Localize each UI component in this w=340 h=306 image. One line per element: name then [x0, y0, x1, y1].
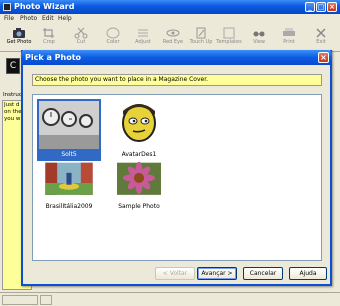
minimize-button[interactable]: _	[305, 2, 315, 12]
toolbar-get-photo[interactable]: Get Photo	[4, 26, 34, 50]
palette-icon	[106, 27, 120, 39]
toolbar-print[interactable]: Print	[274, 26, 304, 50]
dialog-close-button[interactable]: ×	[318, 52, 329, 63]
sliders-icon	[138, 29, 148, 37]
toolbar-view[interactable]: View	[244, 26, 274, 50]
toolbar-label: Get Photo	[6, 39, 32, 45]
main-title-bar[interactable]: Photo Wizard _ □ ×	[0, 0, 340, 14]
eye-icon	[166, 29, 180, 37]
printer-icon	[283, 28, 295, 36]
photo-name: Solt5	[61, 151, 77, 158]
dialog-title-bar[interactable]: Pick a Photo ×	[21, 50, 332, 65]
menu-edit[interactable]: Edit	[42, 15, 54, 22]
dialog-title: Pick a Photo	[25, 53, 82, 62]
menu-bar: File Photo Edit Help	[0, 14, 340, 24]
toolbar-label: Touch Up	[189, 39, 213, 45]
close-button[interactable]: ×	[327, 2, 337, 12]
glasses-icon	[253, 31, 265, 37]
photo-list[interactable]: Solt5 AvatarDes1 BrasilItália2009 Sample…	[32, 94, 322, 261]
crop-icon	[43, 28, 54, 38]
toolbar-label: Exit	[316, 39, 326, 45]
main-window-title: Photo Wizard	[14, 2, 75, 11]
status-pane	[2, 295, 38, 305]
app-icon	[3, 3, 11, 11]
photo-item-avatardes1[interactable]: AvatarDes1	[107, 99, 171, 161]
photo-name: AvatarDes1	[121, 151, 157, 158]
next-button[interactable]: Avançar >	[197, 267, 237, 280]
menu-help[interactable]: Help	[58, 15, 72, 22]
status-pane	[40, 295, 52, 305]
toolbar-label: Templates	[216, 39, 242, 45]
photo-thumbnail-street	[45, 162, 93, 195]
toolbar-crop[interactable]: Crop	[34, 26, 64, 50]
maximize-button[interactable]: □	[316, 2, 326, 12]
photo-item-sample-photo[interactable]: Sample Photo	[107, 161, 171, 213]
instructions-text: Just d on the you w	[4, 102, 22, 122]
cancel-button[interactable]: Cancelar	[243, 267, 283, 280]
toolbar-templates[interactable]: Templates	[214, 26, 244, 50]
toolbar-adjust[interactable]: Adjust	[128, 26, 158, 50]
toolbar-touch-up[interactable]: Touch Up	[186, 26, 216, 50]
help-button[interactable]: Ajuda	[289, 267, 327, 280]
dialog-prompt: Choose the photo you want to place in a …	[32, 74, 322, 86]
pencil-icon	[196, 27, 206, 39]
photo-name: BrasilItália2009	[45, 203, 93, 210]
toolbar-cut[interactable]: Cut	[66, 26, 96, 50]
pick-a-photo-dialog: Pick a Photo × Choose the photo you want…	[21, 50, 332, 286]
toolbar-red-eye[interactable]: Red Eye	[158, 26, 188, 50]
photo-name: Sample Photo	[118, 203, 160, 210]
toolbar-label: Crop	[43, 39, 55, 45]
photo-thumbnail-avatar	[122, 104, 156, 142]
back-button[interactable]: < Voltar	[155, 267, 195, 280]
camera-icon	[13, 28, 25, 38]
scissors-icon	[74, 27, 88, 39]
toolbar-label: Adjust	[135, 39, 151, 45]
toolbar-exit[interactable]: Exit	[306, 26, 336, 50]
toolbar-label: View	[253, 39, 265, 45]
toolbar: Get Photo Crop Cut Color Adjust Red Eye …	[0, 24, 340, 52]
dialog-button-row: < Voltar Avançar > Cancelar Ajuda	[23, 265, 334, 285]
toolbar-label: Cut	[76, 39, 86, 45]
template-icon	[223, 27, 235, 39]
preview-thumbnail: C	[6, 58, 20, 74]
photo-item-solt5[interactable]: Solt5	[37, 99, 101, 161]
status-bar	[0, 292, 340, 306]
photo-thumbnail-flower	[117, 161, 161, 195]
toolbar-label: Print	[283, 39, 295, 45]
toolbar-label: Red Eye	[162, 39, 184, 45]
photo-item-brasilitalia2009[interactable]: BrasilItália2009	[37, 161, 101, 213]
toolbar-color[interactable]: Color	[98, 26, 128, 50]
instructions-label: Instruc	[3, 92, 22, 98]
menu-photo[interactable]: Photo	[20, 15, 37, 22]
toolbar-label: Color	[106, 39, 120, 45]
menu-file[interactable]: File	[4, 15, 14, 22]
photo-thumbnail-clocks	[39, 101, 99, 149]
close-icon	[316, 28, 326, 38]
